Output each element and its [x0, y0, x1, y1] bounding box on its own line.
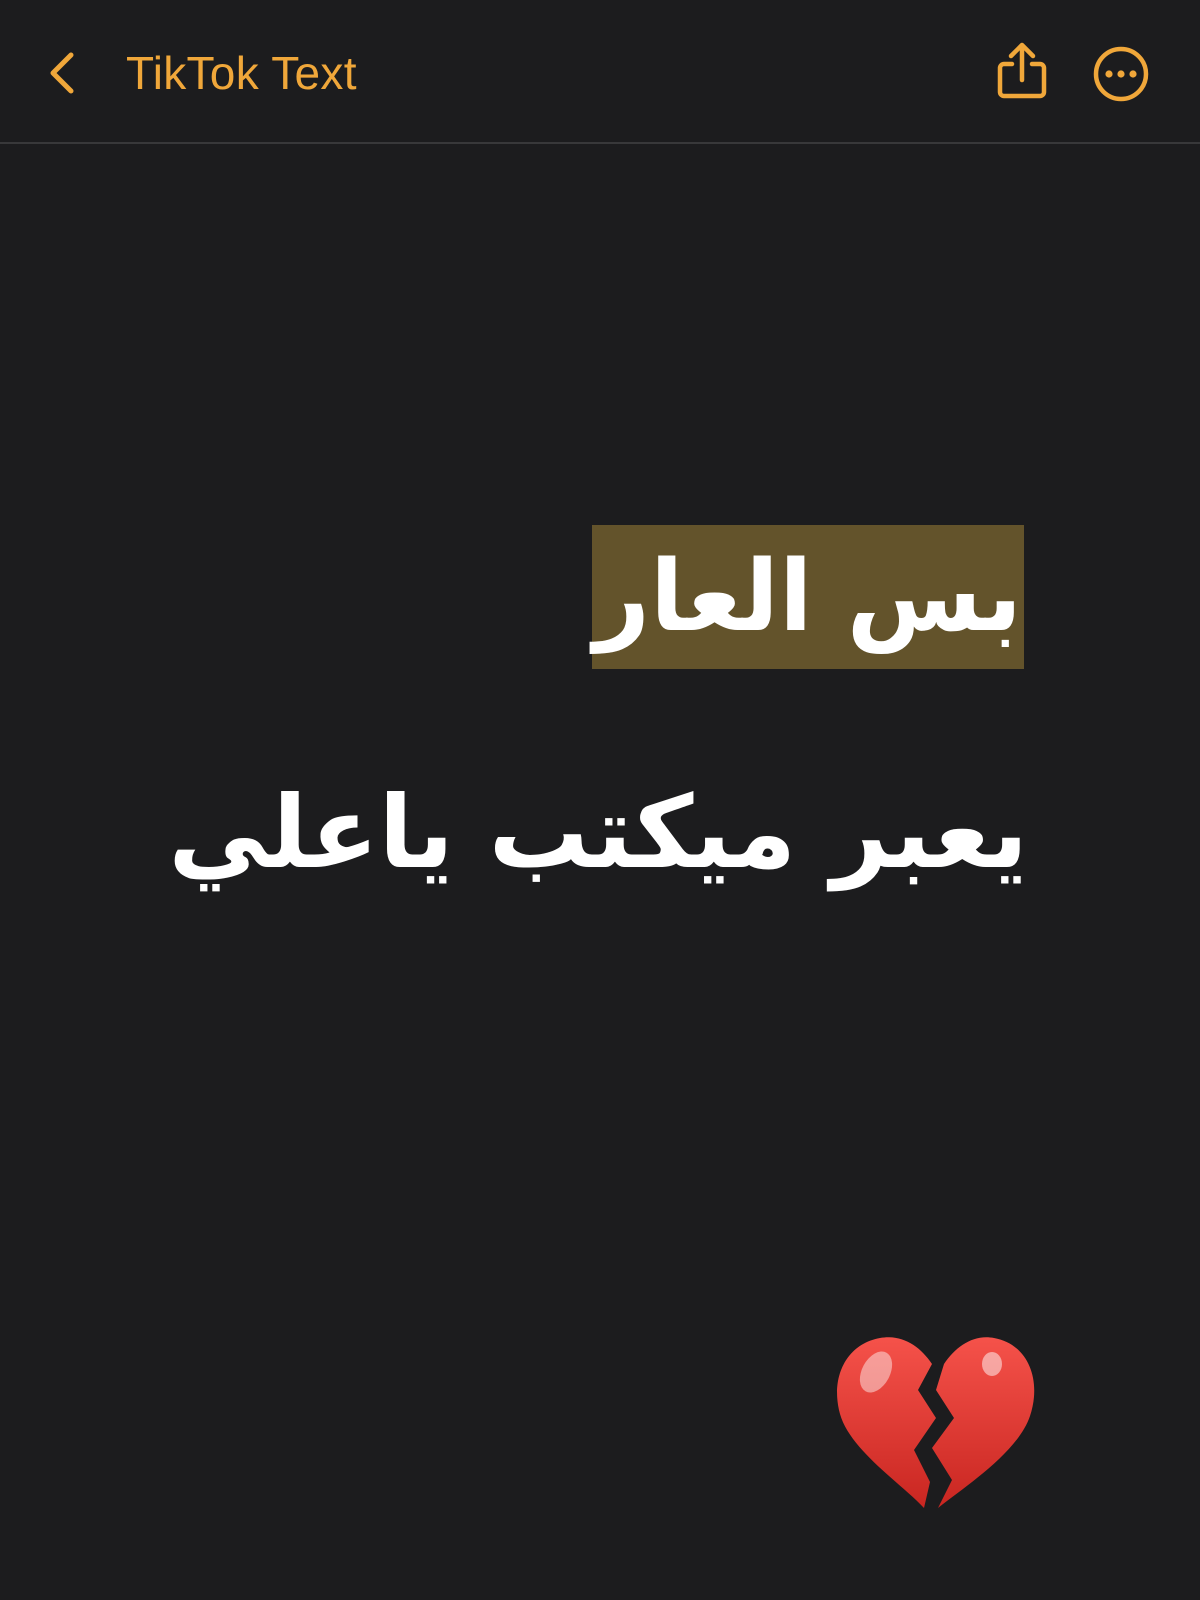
- broken-heart-icon: [837, 1337, 1035, 1508]
- ellipsis-circle-icon: [1093, 46, 1149, 102]
- nav-title: TikTok Text: [126, 47, 357, 99]
- note-body[interactable]: بس العار يعبر ميكتب ياعلي: [0, 146, 1200, 1600]
- highlighted-text: بس العار: [591, 525, 1024, 669]
- note-text: يعبر ميكتب ياعلي: [168, 774, 1028, 891]
- more-button[interactable]: [1093, 46, 1149, 102]
- note-line-2-wrapper: يعبر ميكتب ياعلي: [168, 758, 1028, 908]
- share-button[interactable]: [994, 40, 1050, 102]
- back-button[interactable]: TikTok Text: [40, 28, 357, 118]
- nav-bar: TikTok Text: [0, 0, 1200, 144]
- note-line-1-wrapper: بس العار: [591, 525, 1024, 669]
- chevron-left-icon: [40, 48, 84, 98]
- notes-screen: TikTok Text بس العار يعبر ميكتب ياعلي: [0, 0, 1200, 1600]
- share-icon: [997, 42, 1047, 99]
